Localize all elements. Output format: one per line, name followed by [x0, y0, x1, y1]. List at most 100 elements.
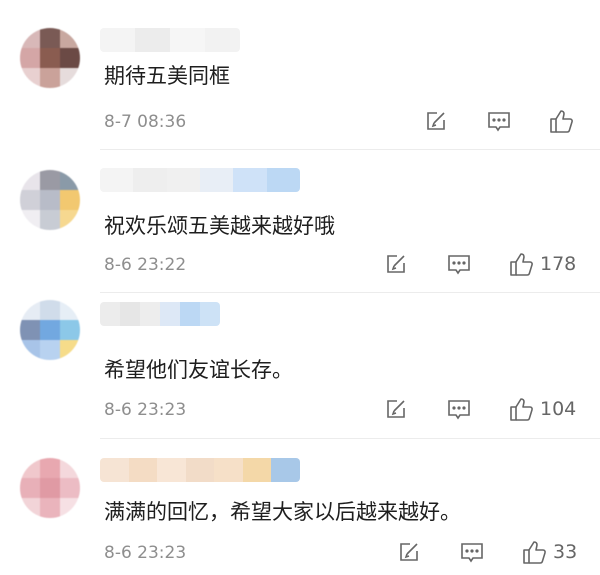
avatar-pixel	[40, 170, 60, 190]
comment-text: 期待五美同框	[104, 64, 230, 88]
username-pixel	[271, 458, 300, 482]
avatar-pixel	[20, 190, 40, 210]
avatar-pixel	[20, 28, 40, 48]
like-count: 104	[540, 398, 577, 420]
username-pixel	[200, 302, 220, 326]
username-pixel	[166, 168, 200, 192]
avatar-pixel	[60, 48, 80, 68]
comment-time: 8-7 08:36	[104, 112, 187, 132]
username-pixel	[133, 168, 167, 192]
avatar-pixel	[40, 210, 60, 230]
thumbs-up-icon	[510, 253, 533, 276]
avatar-pixel	[60, 190, 80, 210]
avatar-pixel	[60, 170, 80, 190]
username-pixel	[199, 168, 234, 192]
avatar-pixel	[40, 28, 60, 48]
username-pixel	[120, 302, 140, 326]
avatar-pixel	[40, 478, 60, 498]
avatar-pixel	[20, 170, 40, 190]
thumbs-up-icon	[510, 398, 533, 421]
avatar-pixel	[20, 48, 40, 68]
avatar-pixel	[60, 300, 80, 320]
username-pixel	[160, 302, 180, 326]
reply-button[interactable]	[425, 110, 447, 132]
avatar-pixel	[20, 300, 40, 320]
username-pixel	[100, 302, 120, 326]
avatar[interactable]	[20, 458, 80, 518]
like-count: 178	[540, 253, 577, 275]
avatar-pixel	[60, 498, 80, 518]
avatar-pixel	[60, 478, 80, 498]
avatar-pixel	[40, 190, 60, 210]
avatar-pixel	[60, 320, 80, 340]
thumbs-up-icon	[523, 541, 546, 564]
avatar-pixel	[20, 340, 40, 360]
username-pixel	[100, 168, 134, 192]
comment-button[interactable]	[487, 111, 511, 133]
username-pixel	[100, 458, 129, 482]
comment-text: 祝欢乐颂五美越来越好哦	[104, 214, 335, 238]
comment-time: 8-6 23:23	[104, 543, 187, 563]
username-pixel	[157, 458, 186, 482]
avatar[interactable]	[20, 300, 80, 360]
username-pixel	[135, 28, 170, 52]
avatar-pixel	[60, 68, 80, 88]
avatar-pixel	[60, 458, 80, 478]
avatar-pixel	[40, 458, 60, 478]
username-pixel	[128, 458, 158, 482]
avatar[interactable]	[20, 28, 80, 88]
comment-button[interactable]	[447, 399, 471, 421]
divider	[100, 149, 600, 150]
username[interactable]	[100, 458, 300, 482]
like-button[interactable]	[548, 108, 580, 134]
username-pixel	[185, 458, 215, 482]
comment-time: 8-6 23:22	[104, 255, 187, 275]
divider	[100, 292, 600, 293]
comment-icon	[488, 112, 510, 132]
avatar-pixel	[60, 28, 80, 48]
username[interactable]	[100, 168, 300, 192]
like-button[interactable]: 33	[521, 539, 577, 565]
reply-button[interactable]	[385, 398, 407, 420]
comment-time: 8-6 23:23	[104, 400, 187, 420]
avatar-pixel	[20, 458, 40, 478]
avatar-pixel	[20, 498, 40, 518]
like-count: 33	[553, 541, 578, 563]
like-button[interactable]: 178	[508, 251, 576, 277]
reply-icon	[387, 400, 405, 418]
avatar-pixel	[40, 68, 60, 88]
username-pixel	[266, 168, 300, 192]
reply-icon	[400, 543, 418, 561]
username[interactable]	[100, 28, 240, 52]
divider	[100, 438, 600, 439]
thumbs-up-icon	[550, 110, 573, 133]
comment-button[interactable]	[447, 254, 471, 276]
avatar-pixel	[40, 320, 60, 340]
avatar-pixel	[60, 340, 80, 360]
avatar-pixel	[40, 48, 60, 68]
username-pixel	[233, 168, 267, 192]
comment-button[interactable]	[460, 542, 484, 564]
avatar[interactable]	[20, 170, 80, 230]
reply-icon	[387, 255, 405, 273]
comment-text: 满满的回忆，希望大家以后越来越好。	[104, 500, 461, 524]
username-pixel	[180, 302, 200, 326]
avatar-pixel	[20, 210, 40, 230]
avatar-pixel	[40, 340, 60, 360]
comment-text: 希望他们友谊长存。	[104, 358, 293, 382]
username-pixel	[170, 28, 205, 52]
username[interactable]	[100, 302, 220, 326]
avatar-pixel	[20, 68, 40, 88]
reply-button[interactable]	[398, 541, 420, 563]
username-pixel	[214, 458, 243, 482]
avatar-pixel	[60, 210, 80, 230]
username-pixel	[205, 28, 240, 52]
avatar-pixel	[40, 498, 60, 518]
username-pixel	[100, 28, 135, 52]
username-pixel	[140, 302, 160, 326]
avatar-pixel	[20, 320, 40, 340]
like-button[interactable]: 104	[508, 396, 576, 422]
reply-button[interactable]	[385, 253, 407, 275]
avatar-pixel	[20, 478, 40, 498]
comment-icon	[448, 400, 470, 420]
